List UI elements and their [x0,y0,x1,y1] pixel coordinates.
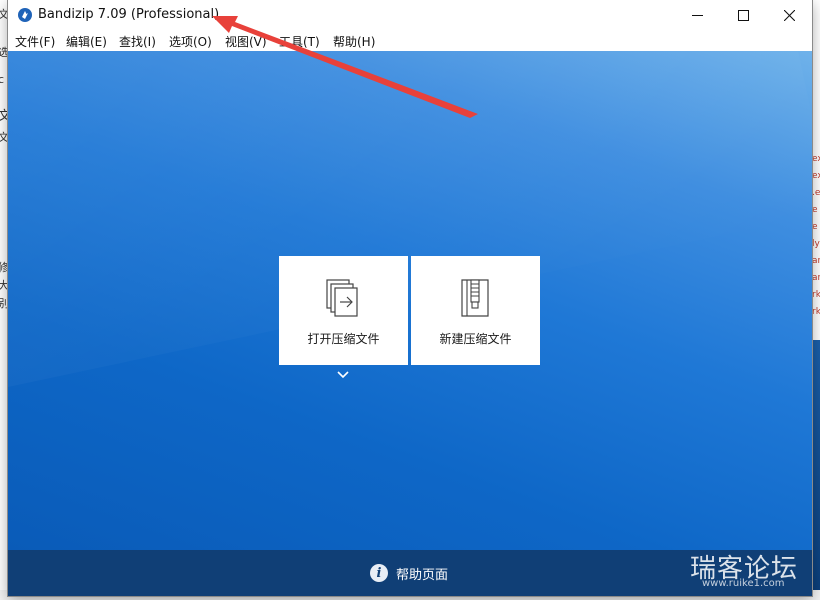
watermark-url: www.ruike1.com [702,578,785,589]
background-text: rk [812,307,820,317]
close-button[interactable] [766,0,812,30]
new-archive-label: 新建压缩文件 [439,332,512,346]
open-archive-button[interactable]: 打开压缩文件 [279,256,408,365]
bandizip-logo-icon [18,8,32,22]
title-bar[interactable]: Bandizip 7.09 (Professional) [8,0,812,30]
background-text: ex [812,154,820,164]
background-text: c [0,74,4,85]
background-text: ex [812,171,820,181]
background-sheen [8,51,812,399]
window-title: Bandizip 7.09 (Professional) [38,7,220,22]
help-page-label: 帮助页面 [396,567,449,583]
close-icon [783,9,795,21]
minimize-icon [691,14,703,16]
background-window-right: ex ex .e e e ly an an rk rk [812,0,820,600]
start-panel: 打开压缩文件 新建压缩文件 [8,51,812,550]
help-page-link[interactable]: i 帮助页面 [370,562,448,584]
background-text: e [812,205,818,215]
background-text: .e [812,188,820,198]
background-text: e [812,222,818,232]
maximize-button[interactable] [720,0,766,30]
open-archive-icon [326,279,358,317]
background-text: rk [812,290,820,300]
maximize-icon [737,9,749,21]
menu-find[interactable]: 查找(I) [119,33,156,50]
menu-edit[interactable]: 编辑(E) [66,33,107,50]
menu-tools[interactable]: 工具(T) [279,33,320,50]
menu-help[interactable]: 帮助(H) [333,33,375,50]
bandizip-window: Bandizip 7.09 (Professional) 文件(F) 编辑(E)… [8,0,812,596]
background-text: an [812,273,820,283]
zip-file-icon [461,279,489,317]
menu-view[interactable]: 视图(V) [225,33,267,50]
background-text: an [812,256,820,266]
new-archive-button[interactable]: 新建压缩文件 [411,256,540,365]
background-text: ly [812,239,820,249]
minimize-button[interactable] [674,0,720,30]
desktop-background [812,340,820,600]
menu-file[interactable]: 文件(F) [15,33,55,50]
info-icon: i [370,564,388,582]
chevron-down-icon[interactable] [336,370,350,380]
open-archive-label: 打开压缩文件 [307,332,380,346]
menu-options[interactable]: 选项(O) [169,33,212,50]
menu-bar: 文件(F) 编辑(E) 查找(I) 选项(O) 视图(V) 工具(T) 帮助(H… [8,30,812,51]
